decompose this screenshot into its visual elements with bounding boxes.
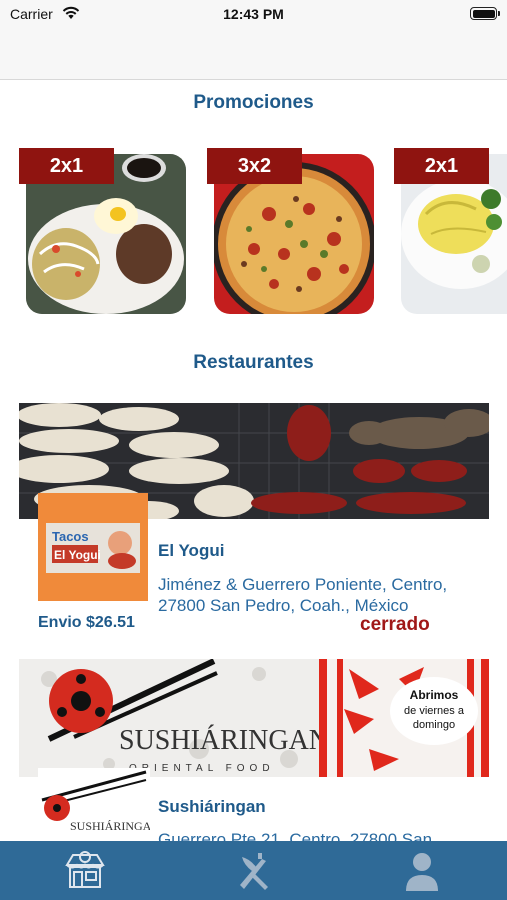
restaurant-logo: SUSHIÁRINGAN [38,768,150,840]
promotions-title: Promociones [193,92,314,113]
banner-brand: SUSHIÁRINGAN [119,725,329,756]
status-badge: cerrado [360,614,430,635]
promo-card[interactable]: 2x1 [394,148,507,314]
fork-knife-icon [240,853,268,890]
restaurants-title: Restaurantes [193,352,314,373]
restaurant-name[interactable]: Sushiáringan [158,797,266,817]
restaurant-banner-image: SUSHIÁRINGAN ORIENTAL FOOD Abrimos de vi… [19,659,489,777]
logo-text: El Yogui [54,548,101,562]
promo-badge: 2x1 [19,148,114,184]
logo-brand: SUSHIÁRINGAN [70,819,150,833]
logo-text: Tacos [52,529,89,544]
tab-menu[interactable] [232,849,276,893]
restaurant-logo: Tacos El Yogui [38,493,148,601]
promotions-carousel[interactable]: 2x1 3x2 2x1 [0,148,507,318]
restaurant-address: Jiménez & Guerrero Poniente, Centro, 278… [158,575,448,615]
banner-tagline: ORIENTAL FOOD [129,763,275,774]
banner-note-line: Abrimos [410,688,459,702]
banner-note-line: domingo [413,719,455,731]
shipping-cost: Envio $26.51 [38,614,135,631]
tab-bar [0,841,507,900]
promo-badge: 2x1 [394,148,489,184]
person-icon [406,853,438,891]
tab-restaurants[interactable] [63,849,107,893]
clock: 12:43 PM [223,6,284,22]
status-bar: Carrier 12:43 PM [0,0,507,30]
battery-icon [470,7,500,20]
banner-note-line: de viernes a [404,705,465,717]
promo-badge: 3x2 [207,148,302,184]
navigation-bar [0,30,507,80]
promo-card[interactable]: 3x2 [207,148,374,314]
tab-profile[interactable] [400,849,444,893]
store-icon [65,851,105,888]
promo-card[interactable]: 2x1 [19,148,186,314]
restaurant-name[interactable]: El Yogui [158,541,224,561]
